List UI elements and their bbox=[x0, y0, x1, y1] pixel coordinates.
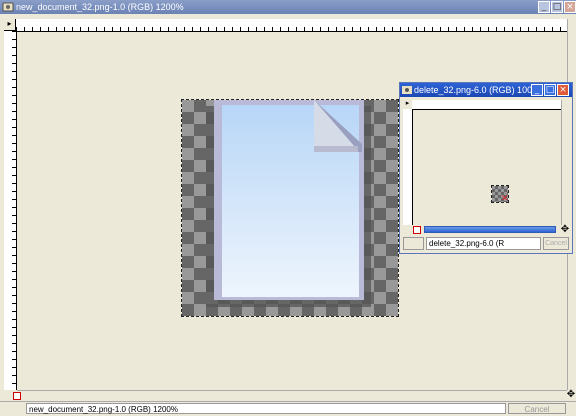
navigate-icon[interactable]: ✥ bbox=[566, 390, 576, 400]
cancel-button[interactable]: Cancel bbox=[508, 403, 566, 414]
status-text: delete_32.png-6.0 (R bbox=[426, 237, 541, 250]
secondary-image-window: delete_32.png-6.0 (RGB) 100% _ □ × ▸ ✕ ✥… bbox=[399, 82, 573, 254]
menu-arrow-icon: ▸ bbox=[7, 19, 12, 28]
minimize-button[interactable]: _ bbox=[538, 1, 550, 13]
horizontal-ruler[interactable] bbox=[16, 19, 567, 32]
quick-mask-toggle[interactable] bbox=[413, 226, 421, 234]
quick-mask-toggle[interactable] bbox=[13, 392, 21, 400]
status-text: new_document_32.png-1.0 (RGB) 1200% bbox=[26, 403, 506, 414]
vertical-ruler[interactable] bbox=[4, 31, 17, 390]
secondary-titlebar[interactable]: delete_32.png-6.0 (RGB) 100% _ □ × bbox=[400, 83, 572, 97]
navigate-icon[interactable]: ✥ bbox=[560, 225, 570, 235]
gimp-icon bbox=[2, 2, 14, 12]
vertical-ruler[interactable] bbox=[403, 109, 413, 225]
maximize-button[interactable]: □ bbox=[544, 84, 556, 96]
ruler-corner-menu-button[interactable]: ▸ bbox=[4, 19, 16, 31]
minimize-button[interactable]: _ bbox=[531, 84, 543, 96]
main-titlebar[interactable]: new_document_32.png-1.0 (RGB) 1200% _ □ … bbox=[0, 0, 576, 14]
delete-icon: ✕ bbox=[501, 194, 509, 204]
cancel-button[interactable]: Cancel bbox=[543, 237, 569, 250]
close-button[interactable]: × bbox=[564, 1, 576, 13]
horizontal-ruler[interactable] bbox=[412, 100, 561, 110]
ruler-corner-menu-button[interactable]: ▸ bbox=[403, 100, 412, 109]
canvas-area[interactable]: ✕ bbox=[413, 110, 560, 225]
page-fold-icon bbox=[314, 100, 362, 152]
close-button[interactable]: × bbox=[557, 84, 569, 96]
maximize-button[interactable]: □ bbox=[551, 1, 563, 13]
secondary-window-title: delete_32.png-6.0 (RGB) 100% bbox=[414, 85, 541, 95]
main-window-title: new_document_32.png-1.0 (RGB) 1200% bbox=[16, 2, 184, 12]
horizontal-scrollbar[interactable] bbox=[424, 226, 556, 233]
gimp-icon bbox=[402, 86, 412, 94]
vertical-scrollbar[interactable] bbox=[561, 100, 570, 225]
horizontal-scrollbar[interactable] bbox=[17, 390, 567, 399]
status-left-box bbox=[403, 237, 424, 250]
